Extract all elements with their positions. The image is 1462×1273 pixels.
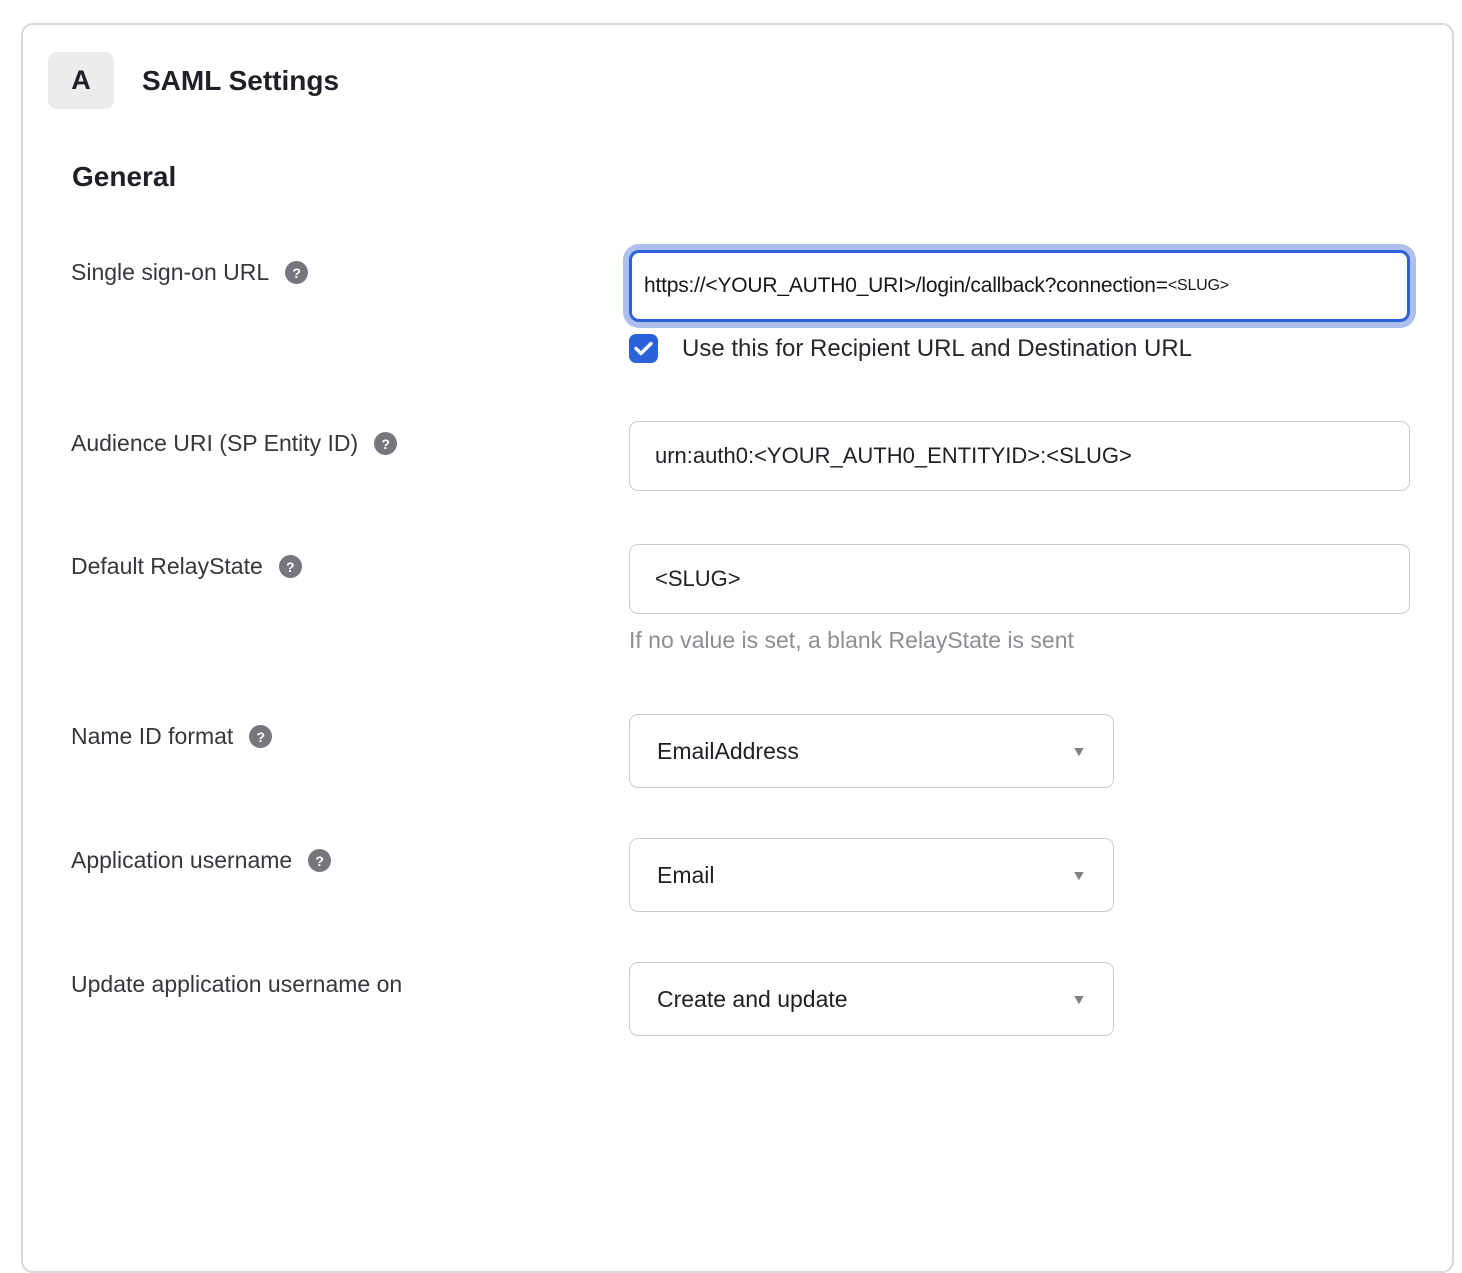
field-default-relaystate: If no value is set, a blank RelayState i… — [629, 544, 1410, 654]
chevron-down-icon: ▼ — [1071, 743, 1087, 759]
relaystate-hint: If no value is set, a blank RelayState i… — [629, 627, 1410, 654]
row-application-username: Application username ? Email ▼ — [23, 838, 1452, 912]
checkmark-icon — [634, 341, 653, 356]
page-title: SAML Settings — [142, 65, 339, 97]
recipient-destination-checkbox[interactable] — [629, 334, 658, 363]
selected-value: Email — [657, 862, 715, 889]
field-label: Audience URI (SP Entity ID) — [71, 429, 358, 457]
checkbox-label: Use this for Recipient URL and Destinati… — [682, 335, 1192, 363]
label-update-application-username-on: Update application username on — [23, 962, 629, 998]
recipient-destination-checkbox-row: Use this for Recipient URL and Destinati… — [629, 334, 1410, 363]
saml-settings-card: A SAML Settings General Single sign-on U… — [21, 23, 1454, 1273]
field-name-id-format: EmailAddress ▼ — [629, 714, 1114, 788]
update-application-username-on-select[interactable]: Create and update ▼ — [629, 962, 1114, 1036]
input-value-main: https://<YOUR_AUTH0_URI>/login/callback?… — [644, 274, 1168, 298]
label-single-sign-on-url: Single sign-on URL ? — [23, 250, 629, 286]
field-single-sign-on-url: https://<YOUR_AUTH0_URI>/login/callback?… — [629, 250, 1410, 363]
input-value-slug: <SLUG> — [1168, 277, 1229, 295]
row-single-sign-on-url: Single sign-on URL ? https://<YOUR_AUTH0… — [23, 250, 1452, 363]
label-default-relaystate: Default RelayState ? — [23, 544, 629, 580]
field-label: Default RelayState — [71, 552, 263, 580]
row-update-application-username-on: Update application username on Create an… — [23, 962, 1452, 1036]
selected-value: Create and update — [657, 986, 848, 1013]
application-username-select[interactable]: Email ▼ — [629, 838, 1114, 912]
step-badge: A — [48, 52, 114, 109]
field-label: Application username — [71, 846, 292, 874]
field-label: Update application username on — [71, 970, 402, 998]
name-id-format-select[interactable]: EmailAddress ▼ — [629, 714, 1114, 788]
help-icon[interactable]: ? — [249, 725, 272, 748]
audience-uri-input[interactable] — [629, 421, 1410, 491]
field-application-username: Email ▼ — [629, 838, 1114, 912]
help-icon[interactable]: ? — [279, 555, 302, 578]
label-application-username: Application username ? — [23, 838, 629, 874]
row-audience-uri: Audience URI (SP Entity ID) ? — [23, 421, 1452, 491]
section-title-general: General — [72, 160, 1452, 194]
field-update-application-username-on: Create and update ▼ — [629, 962, 1114, 1036]
field-audience-uri — [629, 421, 1410, 491]
chevron-down-icon: ▼ — [1071, 991, 1087, 1007]
label-audience-uri: Audience URI (SP Entity ID) ? — [23, 421, 629, 457]
selected-value: EmailAddress — [657, 738, 799, 765]
help-icon[interactable]: ? — [308, 849, 331, 872]
row-name-id-format: Name ID format ? EmailAddress ▼ — [23, 714, 1452, 788]
help-icon[interactable]: ? — [285, 261, 308, 284]
row-default-relaystate: Default RelayState ? If no value is set,… — [23, 544, 1452, 654]
card-header: A SAML Settings — [48, 52, 1452, 109]
label-name-id-format: Name ID format ? — [23, 714, 629, 750]
chevron-down-icon: ▼ — [1071, 867, 1087, 883]
field-label: Name ID format — [71, 722, 233, 750]
single-sign-on-url-input[interactable]: https://<YOUR_AUTH0_URI>/login/callback?… — [629, 250, 1410, 322]
default-relaystate-input[interactable] — [629, 544, 1410, 614]
field-label: Single sign-on URL — [71, 258, 269, 286]
help-icon[interactable]: ? — [374, 432, 397, 455]
